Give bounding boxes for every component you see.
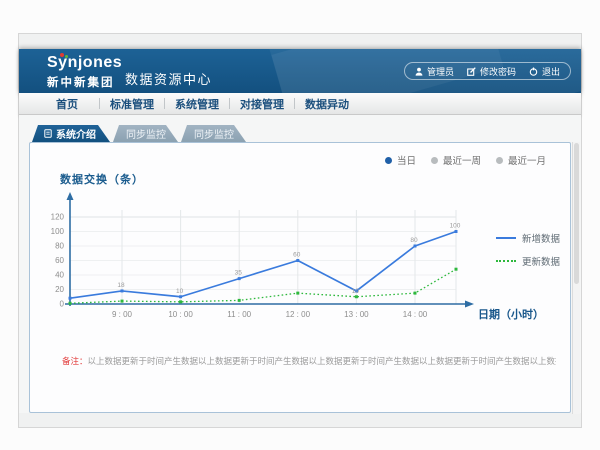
nav-item-3[interactable]: 系统管理 [165,96,229,112]
tab-label: 系统介绍 [56,126,96,141]
svg-text:60: 60 [293,252,301,259]
edit-icon [467,67,476,76]
logo-green-dot-icon [65,55,68,58]
current-user-button[interactable]: 管理员 [415,65,454,78]
app-window: Synjones 新中新集团 数据资源中心 管理员 修改密码 退出 首页标准管理… [18,33,582,428]
logout-button[interactable]: 退出 [529,65,560,78]
svg-text:35: 35 [235,270,243,277]
svg-text:100: 100 [51,227,65,236]
nav-item-1[interactable]: 首页 [35,96,99,112]
tab-3[interactable]: 同步监控 [181,125,246,142]
chart-legend: 新增数据更新数据 [496,231,560,268]
range-option-3[interactable]: 最近一月 [496,153,546,167]
radio-dot [385,157,392,164]
logo-brand-text: Synjones [47,54,122,72]
change-password-button[interactable]: 修改密码 [467,65,516,78]
tab-1[interactable]: 系统介绍 [32,125,110,142]
nav-item-5[interactable]: 数据异动 [295,96,359,112]
range-filter: 当日 最近一周 最近一月 [385,153,546,167]
vertical-scrollbar[interactable] [572,142,580,414]
tab-2[interactable]: 同步监控 [113,125,178,142]
range-option-2[interactable]: 最近一周 [431,153,481,167]
header-actions: 管理员 修改密码 退出 [404,62,571,80]
svg-text:11 : 00: 11 : 00 [227,310,251,319]
nav-item-2[interactable]: 标准管理 [100,96,164,112]
legend-item-2[interactable]: 更新数据 [496,254,560,268]
document-icon [44,129,52,138]
svg-text:100: 100 [450,223,461,230]
logo: Synjones 新中新集团 [47,54,122,90]
legend-label: 更新数据 [522,254,560,268]
svg-text:0: 0 [60,300,65,309]
chart-area: 0 20 40 60 80 100 120 9 : 00 10 : 00 11 : 00 12 : … [44,190,566,326]
scrollbar-thumb[interactable] [574,143,579,284]
range-option-1[interactable]: 当日 [385,153,416,167]
radio-label: 最近一月 [508,153,546,167]
radio-label: 当日 [397,153,416,167]
change-password-label: 修改密码 [480,65,516,78]
chart-y-axis-title: 数据交换（条） [60,171,144,187]
user-label: 管理员 [427,65,454,78]
tab-label: 同步监控 [126,126,166,141]
chart-panel: 当日 最近一周 最近一月 数据交换（条） 0 20 40 60 80 100 120 9 : 00… [29,142,571,413]
svg-text:14 : 00: 14 : 00 [403,310,428,319]
svg-text:120: 120 [51,213,65,222]
legend-line-sample [496,237,516,239]
svg-text:12 : 00: 12 : 00 [286,310,311,319]
svg-text:10: 10 [352,288,360,295]
svg-text:10: 10 [176,288,184,295]
svg-text:60: 60 [55,256,64,265]
power-icon [529,67,538,76]
app-title: 数据资源中心 [125,69,212,88]
line-chart-svg: 0 20 40 60 80 100 120 9 : 00 10 : 00 11 : 00 12 : … [44,190,564,324]
svg-text:80: 80 [55,242,64,251]
tab-label: 同步监控 [194,126,234,141]
svg-text:9 : 00: 9 : 00 [112,310,133,319]
legend-item-1[interactable]: 新增数据 [496,231,560,245]
logo-red-dot-icon [60,53,64,57]
user-icon [415,67,423,76]
logout-label: 退出 [542,65,560,78]
svg-text:18: 18 [117,282,125,289]
content-area: 系统介绍 同步监控 同步监控 当日 最近一周 最近一月 数据交换（条） 0 20 40 60 8… [19,115,581,413]
svg-text:13 : 00: 13 : 00 [344,310,369,319]
svg-text:80: 80 [410,237,418,244]
footnote-prefix: 备注： [62,356,88,366]
legend-line-sample [496,260,516,262]
app-header: Synjones 新中新集团 数据资源中心 管理员 修改密码 退出 [19,49,581,93]
radio-label: 最近一周 [443,153,481,167]
radio-dot [496,157,503,164]
svg-text:40: 40 [55,271,64,280]
svg-text:10 : 00: 10 : 00 [168,310,193,319]
nav-item-4[interactable]: 对接管理 [230,96,294,112]
svg-text:20: 20 [55,285,64,294]
logo-company-name: 新中新集团 [47,74,122,90]
footnote-text: 以上数据更新于时间产生数据以上数据更新于时间产生数据以上数据更新于时间产生数据以… [88,356,556,366]
tab-bar: 系统介绍 同步监控 同步监控 [32,125,246,142]
svg-text:日期（小时）: 日期（小时） [478,307,544,321]
footnote: 备注：以上数据更新于时间产生数据以上数据更新于时间产生数据以上数据更新于时间产生… [62,355,556,367]
legend-label: 新增数据 [522,231,560,245]
radio-dot [431,157,438,164]
main-nav: 首页标准管理系统管理对接管理数据异动 [19,93,581,115]
